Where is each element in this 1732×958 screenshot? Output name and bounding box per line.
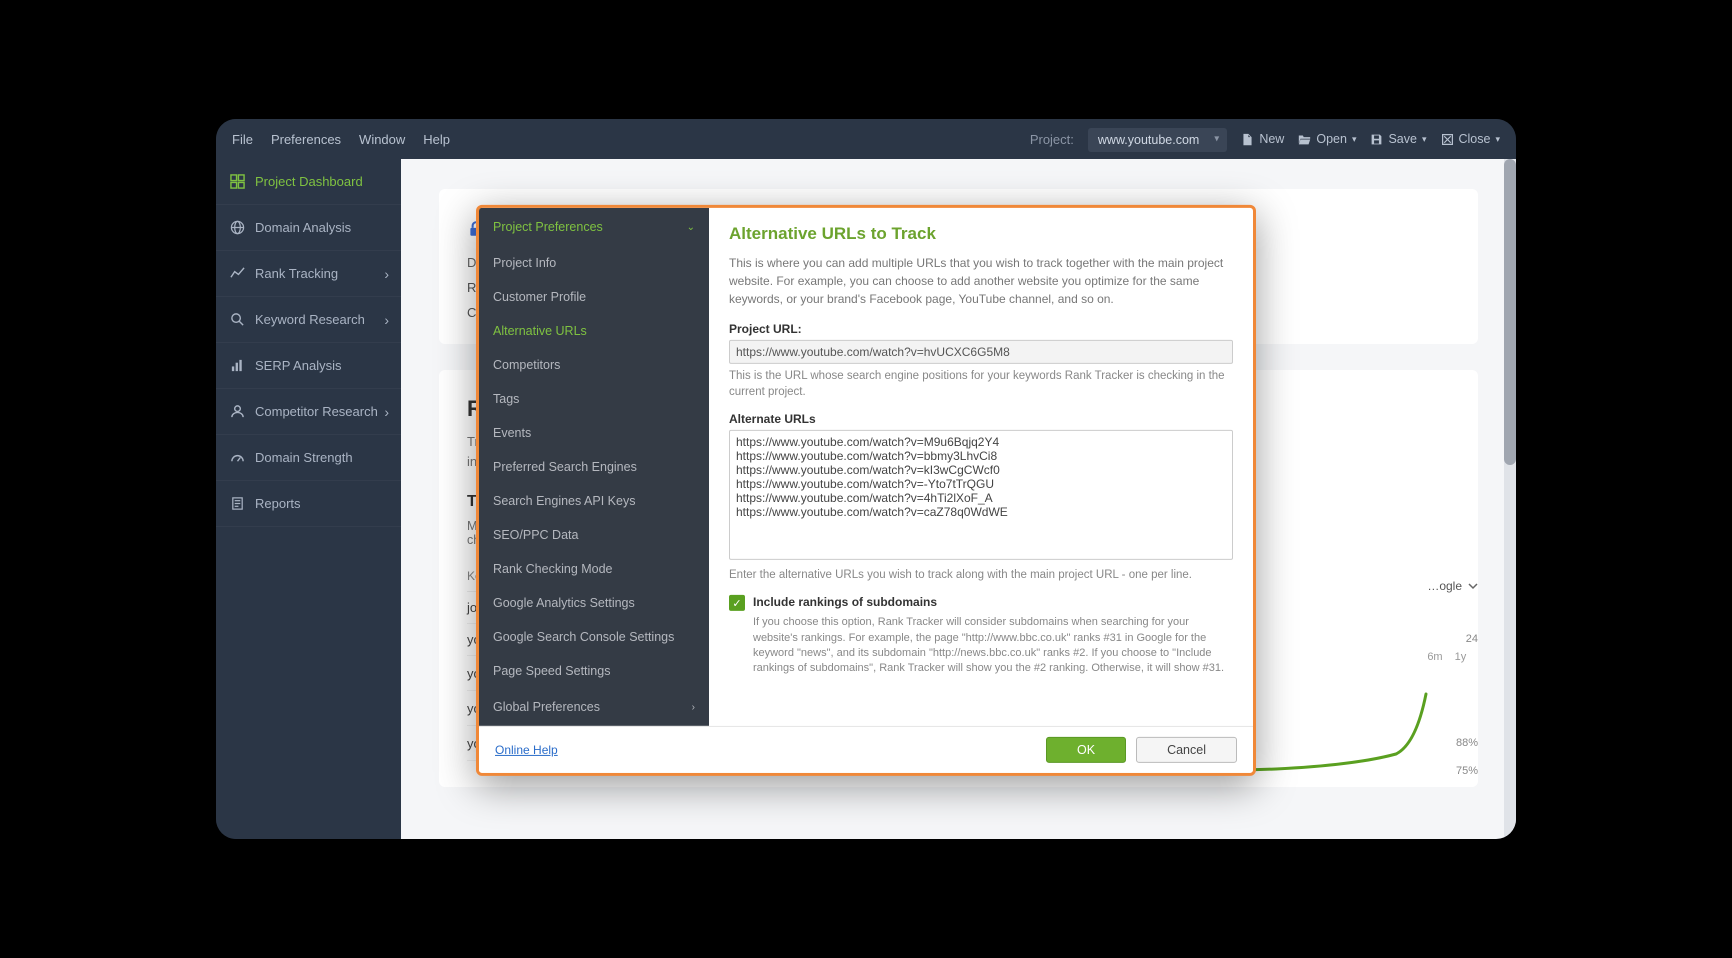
- modal-title: Alternative URLs to Track: [729, 224, 1233, 244]
- sidebar-item-domain-strength[interactable]: Domain Strength: [216, 435, 401, 481]
- new-button[interactable]: New: [1241, 132, 1284, 146]
- sidebar-label: Rank Tracking: [255, 266, 338, 281]
- modal-sidebar: Project Preferences⌄ Project Info Custom…: [479, 208, 709, 726]
- bars-icon: [230, 358, 245, 373]
- menu-help[interactable]: Help: [423, 132, 450, 147]
- chevron-down-icon: ⌄: [687, 221, 695, 232]
- chart-line-icon: [230, 266, 245, 281]
- range-1y[interactable]: 1y: [1455, 651, 1467, 663]
- cancel-button[interactable]: Cancel: [1136, 737, 1237, 763]
- open-button[interactable]: Open ▾: [1298, 132, 1356, 146]
- include-subdomains-label: Include rankings of subdomains: [753, 595, 937, 609]
- sidebar-label: Domain Strength: [255, 450, 353, 465]
- ms-events[interactable]: Events: [479, 416, 709, 450]
- menubar: File Preferences Window Help Project: ww…: [216, 119, 1516, 159]
- sidebar-item-domain-analysis[interactable]: Domain Analysis: [216, 205, 401, 251]
- alt-urls-label: Alternate URLs: [729, 412, 1233, 426]
- save-button[interactable]: Save ▾: [1370, 132, 1426, 146]
- project-label: Project:: [1030, 132, 1074, 147]
- ms-preferred-se[interactable]: Preferred Search Engines: [479, 450, 709, 484]
- sidebar-item-rank-tracking[interactable]: Rank Tracking: [216, 251, 401, 297]
- sidebar-item-serp-analysis[interactable]: SERP Analysis: [216, 343, 401, 389]
- menu-window[interactable]: Window: [359, 132, 405, 147]
- ms-alternative-urls[interactable]: Alternative URLs: [479, 314, 709, 348]
- include-subdomains-desc: If you choose this option, Rank Tracker …: [729, 615, 1233, 677]
- online-help-link[interactable]: Online Help: [495, 743, 558, 757]
- sidebar-item-competitor-research[interactable]: Competitor Research: [216, 389, 401, 435]
- folder-open-icon: [1298, 133, 1311, 146]
- sidebar-label: Competitor Research: [255, 404, 378, 419]
- y-88: 88%: [1427, 737, 1478, 749]
- group-project-preferences[interactable]: Project Preferences⌄: [479, 208, 709, 246]
- sidebar-label: Domain Analysis: [255, 220, 351, 235]
- modal-content: Alternative URLs to Track This is where …: [709, 208, 1253, 726]
- chart-panel: …ogle 24 6m 1y 88% 75%: [1427, 579, 1478, 777]
- ms-customer-profile[interactable]: Customer Profile: [479, 280, 709, 314]
- user-icon: [230, 404, 245, 419]
- chevron-right-icon: ›: [692, 701, 695, 712]
- chart-top-label: 24: [1427, 633, 1478, 645]
- ms-gsc-settings[interactable]: Google Search Console Settings: [479, 620, 709, 654]
- menu-file[interactable]: File: [232, 132, 253, 147]
- sidebar-item-keyword-research[interactable]: Keyword Research: [216, 297, 401, 343]
- dashboard-icon: [230, 174, 245, 189]
- project-selector[interactable]: www.youtube.com: [1088, 128, 1227, 152]
- y-75: 75%: [1427, 765, 1478, 777]
- project-url-note: This is the URL whose search engine posi…: [729, 368, 1233, 400]
- ms-project-info[interactable]: Project Info: [479, 246, 709, 280]
- sidebar-item-reports[interactable]: Reports: [216, 481, 401, 527]
- sidebar: Project Dashboard Domain Analysis Rank T…: [216, 159, 401, 839]
- menu-preferences[interactable]: Preferences: [271, 132, 341, 147]
- sidebar-label: Reports: [255, 496, 301, 511]
- app-window: File Preferences Window Help Project: ww…: [216, 119, 1516, 839]
- ms-seo-ppc[interactable]: SEO/PPC Data: [479, 518, 709, 552]
- gauge-icon: [230, 450, 245, 465]
- ms-tags[interactable]: Tags: [479, 382, 709, 416]
- ms-se-api[interactable]: Search Engines API Keys: [479, 484, 709, 518]
- globe-icon: [230, 220, 245, 235]
- file-icon: [1241, 133, 1254, 146]
- sidebar-label: SERP Analysis: [255, 358, 341, 373]
- ok-button[interactable]: OK: [1046, 737, 1126, 763]
- report-icon: [230, 496, 245, 511]
- sidebar-label: Project Dashboard: [255, 174, 363, 189]
- chevron-down-icon: [1468, 581, 1478, 591]
- save-icon: [1370, 133, 1383, 146]
- preferences-modal: Project Preferences⌄ Project Info Custom…: [476, 205, 1256, 776]
- ms-rank-mode[interactable]: Rank Checking Mode: [479, 552, 709, 586]
- se-dropdown[interactable]: …ogle: [1427, 579, 1478, 593]
- group-global-preferences[interactable]: Global Preferences›: [479, 688, 709, 726]
- alt-urls-note: Enter the alternative URLs you wish to t…: [729, 567, 1233, 583]
- include-subdomains-checkbox[interactable]: ✓: [729, 595, 745, 611]
- project-url-input[interactable]: [729, 340, 1233, 364]
- ms-page-speed[interactable]: Page Speed Settings: [479, 654, 709, 688]
- close-icon: [1441, 133, 1454, 146]
- ms-ga-settings[interactable]: Google Analytics Settings: [479, 586, 709, 620]
- modal-footer: Online Help OK Cancel: [479, 726, 1253, 773]
- project-url-label: Project URL:: [729, 322, 1233, 336]
- sidebar-label: Keyword Research: [255, 312, 365, 327]
- scrollbar[interactable]: [1504, 159, 1516, 839]
- modal-description: This is where you can add multiple URLs …: [729, 254, 1233, 308]
- range-6m[interactable]: 6m: [1427, 651, 1442, 663]
- search-icon: [230, 312, 245, 327]
- sidebar-item-dashboard[interactable]: Project Dashboard: [216, 159, 401, 205]
- close-button[interactable]: Close ▾: [1441, 132, 1501, 146]
- ms-competitors[interactable]: Competitors: [479, 348, 709, 382]
- alt-urls-textarea[interactable]: [729, 430, 1233, 560]
